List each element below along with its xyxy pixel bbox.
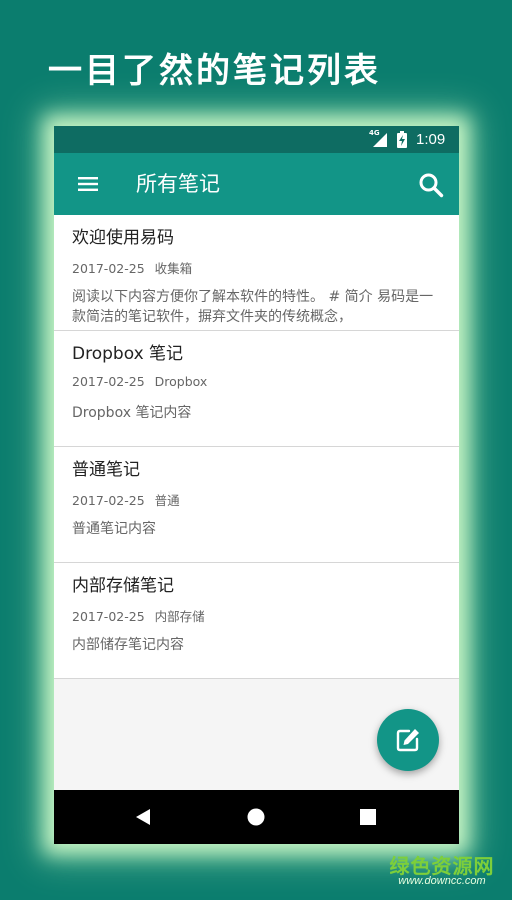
note-meta: 2017-02-25 内部存储 [72,606,205,625]
phone-screen: 4G 1:09 所有笔记 欢迎使用易码 2017-02-25 收集箱 阅读以下内… [54,126,459,844]
app-bar: 所有笔记 [54,153,459,215]
back-button[interactable] [124,797,164,837]
note-title: 内部存储笔记 [72,576,174,596]
search-icon [419,173,444,198]
system-nav-bar [54,790,459,844]
note-list: 欢迎使用易码 2017-02-25 收集箱 阅读以下内容方便你了解本软件的特性。 … [54,215,459,679]
new-note-button[interactable] [377,709,439,771]
status-time: 1:09 [416,131,446,148]
note-title: 普通笔记 [72,460,140,480]
edit-note-icon [396,729,419,752]
note-preview: Dropbox 笔记内容 [72,405,192,421]
note-item[interactable]: 内部存储笔记 2017-02-25 内部存储 内部储存笔记内容 [54,563,459,679]
recents-square-icon [360,809,376,825]
home-circle-icon [247,808,265,826]
note-meta: 2017-02-25 普通 [72,490,180,509]
note-preview: 内部储存笔记内容 [72,637,184,653]
menu-button[interactable] [64,160,112,208]
note-title: Dropbox 笔记 [72,344,184,364]
note-meta: 2017-02-25 Dropbox [72,374,207,389]
promo-headline: 一目了然的笔记列表 [48,51,381,91]
home-button[interactable] [236,797,276,837]
recents-button[interactable] [348,797,388,837]
hamburger-menu-icon [78,177,98,191]
battery-icon [397,131,407,148]
note-notebook: 普通 [154,493,180,508]
note-notebook: 内部存储 [154,609,205,624]
note-title: 欢迎使用易码 [72,228,174,248]
note-date: 2017-02-25 [72,493,145,508]
status-bar: 4G 1:09 [54,126,459,153]
note-preview: 阅读以下内容方便你了解本软件的特性。 # 简介 易码是一款简洁的笔记软件，摒弃文… [72,289,434,325]
note-notebook: Dropbox [154,374,208,389]
note-item[interactable]: 普通笔记 2017-02-25 普通 普通笔记内容 [54,447,459,563]
note-date: 2017-02-25 [72,261,145,276]
watermark-url: www.downcc.com [398,875,486,887]
page-title: 所有笔记 [136,172,220,196]
note-item[interactable]: 欢迎使用易码 2017-02-25 收集箱 阅读以下内容方便你了解本软件的特性。 … [54,215,459,331]
note-preview: 普通笔记内容 [72,521,156,537]
back-triangle-icon [136,809,150,825]
note-date: 2017-02-25 [72,609,145,624]
note-meta: 2017-02-25 收集箱 [72,258,192,277]
signal-icon [373,133,387,147]
search-button[interactable] [406,160,454,208]
note-item[interactable]: Dropbox 笔记 2017-02-25 Dropbox Dropbox 笔记内… [54,331,459,447]
note-notebook: 收集箱 [154,261,193,276]
note-date: 2017-02-25 [72,374,145,389]
